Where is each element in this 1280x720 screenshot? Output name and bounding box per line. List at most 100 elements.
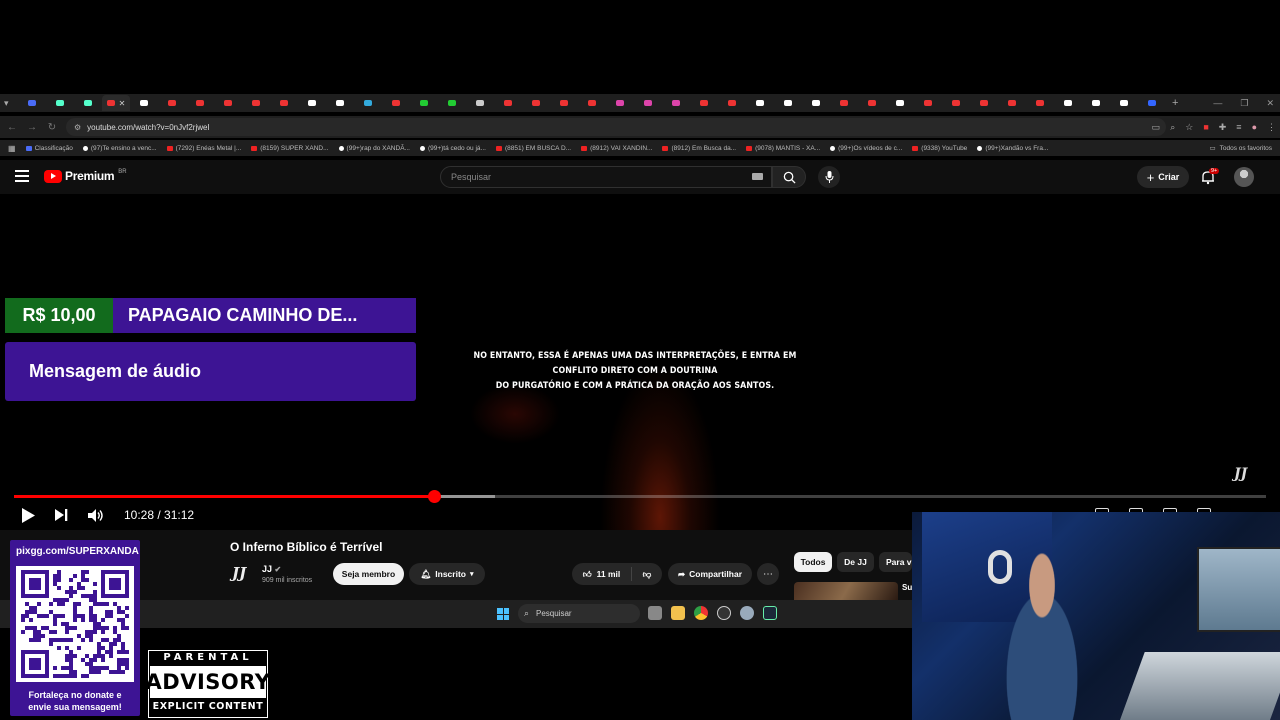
address-bar[interactable]: ⚙ youtube.com/watch?v=0nJvf2rjweI — [66, 118, 1166, 136]
account-avatar[interactable] — [1234, 167, 1254, 187]
bookmark-item[interactable]: (7292) Enéas Metal |... — [166, 145, 241, 152]
dislike-button[interactable]: 👎︎ — [632, 569, 662, 580]
forward-icon[interactable]: → — [22, 122, 42, 133]
extensions-puzzle-icon[interactable]: ✚ — [1219, 122, 1227, 133]
browser-tab[interactable] — [1110, 95, 1138, 111]
browser-tab[interactable] — [858, 95, 886, 111]
browser-tab[interactable] — [1082, 95, 1110, 111]
browser-tab[interactable] — [1138, 95, 1166, 111]
bookmark-item[interactable]: (99+)tá cedo ou já... — [419, 145, 486, 152]
restore-icon[interactable]: ❐ — [1240, 98, 1248, 109]
browser-tab[interactable] — [186, 95, 214, 111]
browser-tab[interactable] — [998, 95, 1026, 111]
bookmark-item[interactable]: (97)Te ensino a venc... — [82, 145, 157, 152]
voice-search-button[interactable] — [818, 166, 840, 188]
browser-tab[interactable] — [522, 95, 550, 111]
browser-tab[interactable] — [382, 95, 410, 111]
back-icon[interactable]: ← — [2, 122, 22, 133]
profile-icon[interactable]: ● — [1252, 122, 1257, 132]
browser-menu-icon[interactable]: ⋮ — [1267, 122, 1276, 133]
browser-tab[interactable]: ✕ — [102, 95, 130, 111]
browser-tab[interactable] — [1026, 95, 1054, 111]
browser-tab[interactable] — [690, 95, 718, 111]
browser-tab[interactable] — [746, 95, 774, 111]
minimize-icon[interactable]: — — [1213, 98, 1222, 108]
bookmark-star-icon[interactable]: ☆ — [1185, 122, 1193, 133]
hamburger-menu-icon[interactable] — [15, 170, 29, 182]
browser-tab[interactable] — [214, 95, 242, 111]
volume-icon[interactable] — [88, 508, 104, 522]
channel-avatar[interactable]: JJ — [232, 564, 246, 582]
browser-tab[interactable] — [326, 95, 354, 111]
channel-name[interactable]: JJ ✔ — [262, 564, 281, 574]
browser-tab[interactable] — [774, 95, 802, 111]
recommended-thumbnail[interactable] — [794, 582, 898, 600]
bookmark-item[interactable]: (8912) VAI XANDIN... — [581, 145, 652, 152]
subscribed-button[interactable]: 🔔︎ Inscrito ▾ — [409, 563, 485, 585]
browser-tab[interactable] — [494, 95, 522, 111]
extension-icon[interactable]: ■ — [1203, 122, 1208, 132]
reading-list-icon[interactable]: ≡ — [1236, 122, 1241, 132]
browser-tab[interactable] — [942, 95, 970, 111]
browser-tab[interactable] — [578, 95, 606, 111]
close-tab-icon[interactable]: ✕ — [119, 99, 126, 108]
task-view-icon[interactable] — [648, 606, 662, 620]
join-member-button[interactable]: Seja membro — [333, 563, 404, 585]
chip-all[interactable]: Todos — [794, 552, 832, 572]
bookmark-item[interactable]: (9078) MANTIS - XA... — [746, 145, 820, 152]
browser-tab[interactable] — [298, 95, 326, 111]
progress-bar[interactable] — [14, 490, 1266, 503]
browser-tab[interactable] — [18, 95, 46, 111]
browser-tab[interactable] — [634, 95, 662, 111]
site-info-icon[interactable]: ⚙ — [74, 123, 81, 132]
next-icon[interactable] — [55, 509, 68, 521]
browser-tab[interactable] — [606, 95, 634, 111]
browser-tab[interactable] — [158, 95, 186, 111]
play-icon[interactable] — [22, 507, 35, 523]
youtube-logo[interactable]: Premium BR — [44, 169, 127, 183]
chip-from-channel[interactable]: De JJ — [837, 552, 874, 572]
browser-tab[interactable] — [830, 95, 858, 111]
new-tab-icon[interactable]: + — [1172, 97, 1178, 109]
bookmark-item[interactable]: (9338) YouTube — [912, 145, 967, 152]
browser-tab[interactable] — [914, 95, 942, 111]
browser-tab[interactable] — [130, 95, 158, 111]
browser-tab[interactable] — [410, 95, 438, 111]
browser-tab[interactable] — [550, 95, 578, 111]
cast-icon[interactable]: ▭ — [1152, 122, 1161, 133]
search-button[interactable] — [772, 166, 806, 188]
browser-tab[interactable] — [886, 95, 914, 111]
bookmark-item[interactable]: (8912) Em Busca da... — [662, 145, 736, 152]
apps-grid-icon[interactable]: ▦ — [8, 144, 16, 153]
browser-tab[interactable] — [438, 95, 466, 111]
browser-tab[interactable] — [242, 95, 270, 111]
taskbar-search[interactable]: ⌕ Pesquisar — [518, 604, 640, 623]
browser-tab[interactable] — [46, 95, 74, 111]
search-input[interactable]: Pesquisar — [440, 166, 772, 188]
close-window-icon[interactable]: ✕ — [1266, 98, 1274, 109]
chip-for-you[interactable]: Para v — [879, 552, 912, 572]
browser-tab[interactable] — [354, 95, 382, 111]
bookmark-item[interactable]: (99+)Xandão vs Fra... — [977, 145, 1048, 152]
browser-tab[interactable] — [270, 95, 298, 111]
windows-start-icon[interactable] — [497, 608, 509, 620]
share-button[interactable]: ➦ Compartilhar — [668, 563, 752, 585]
more-actions-button[interactable]: ⋯ — [757, 563, 779, 585]
tab-search-icon[interactable]: ▾ — [4, 98, 18, 109]
browser-tab[interactable] — [970, 95, 998, 111]
steam-icon[interactable] — [763, 606, 777, 620]
bookmark-item[interactable]: (8159) SUPER XAND... — [251, 145, 329, 152]
browser-tab[interactable] — [1054, 95, 1082, 111]
chrome-icon[interactable] — [694, 606, 708, 620]
keyboard-icon[interactable] — [752, 173, 763, 180]
recommended-title[interactable]: Su — [902, 583, 912, 592]
channel-watermark[interactable]: JJ — [1234, 466, 1247, 482]
obs-icon[interactable] — [717, 606, 731, 620]
reload-icon[interactable]: ↻ — [42, 122, 62, 133]
file-explorer-icon[interactable] — [671, 606, 685, 620]
browser-tab[interactable] — [802, 95, 830, 111]
create-button[interactable]: + Criar — [1137, 166, 1189, 188]
like-button[interactable]: 👍︎ 11 mil — [572, 567, 632, 581]
settings-gear-icon[interactable] — [740, 606, 754, 620]
bookmark-item[interactable]: Classificação — [25, 145, 73, 152]
